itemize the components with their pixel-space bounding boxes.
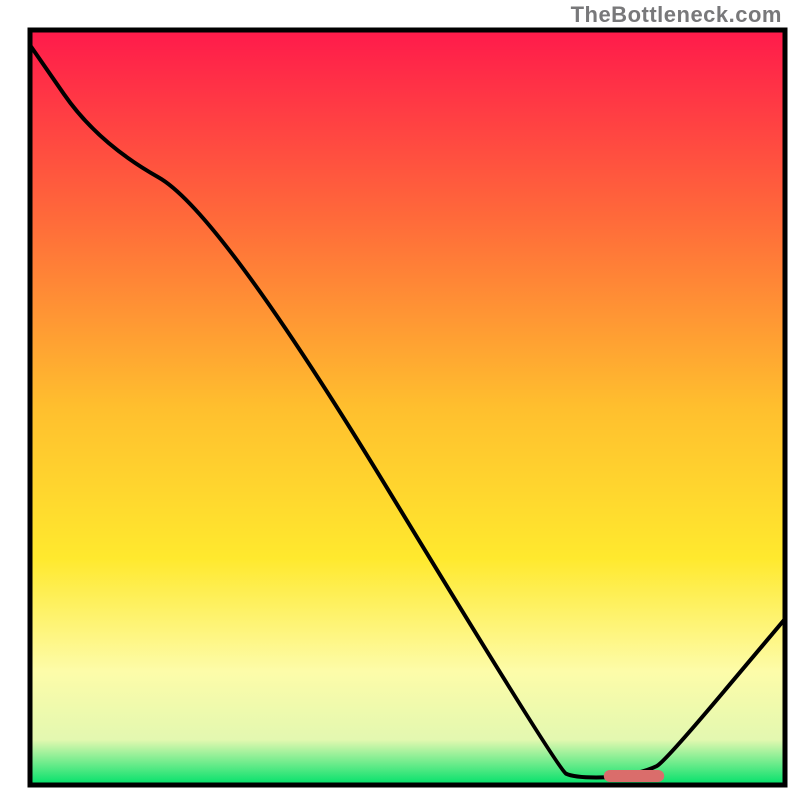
attribution-text: TheBottleneck.com bbox=[571, 2, 782, 28]
optimal-marker bbox=[604, 770, 664, 782]
chart-stage: TheBottleneck.com bbox=[0, 0, 800, 800]
bottleneck-chart bbox=[0, 0, 800, 800]
gradient-background bbox=[30, 30, 785, 785]
